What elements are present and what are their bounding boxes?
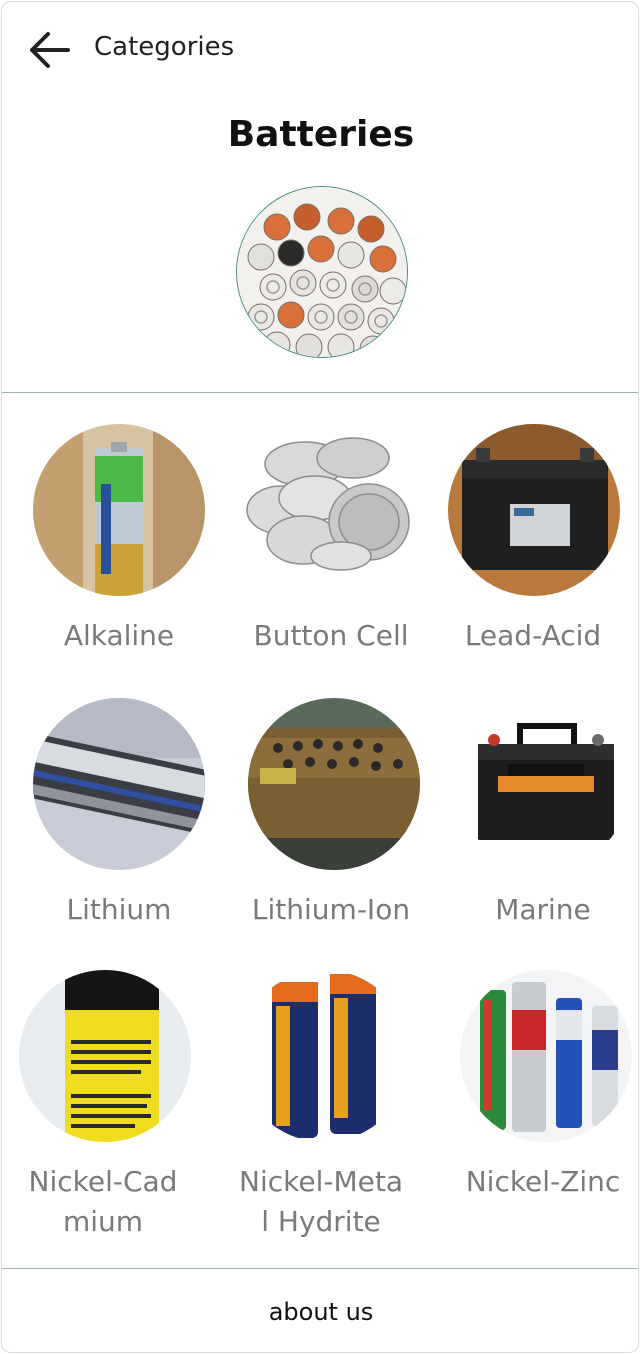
- nickel-cadmium-battery-icon: [19, 970, 191, 1142]
- category-label: Nickel-Zinc: [465, 1165, 621, 1198]
- lithium-battery-icon: [33, 698, 205, 870]
- app-frame: Categories Batteries Alkaline Button Cel…: [1, 1, 639, 1353]
- top-bar: Categories: [2, 2, 638, 98]
- button-cell-icon: [245, 424, 417, 596]
- category-label: Alkaline: [63, 619, 175, 652]
- category-label: Nickel-Cad mium: [28, 1165, 178, 1238]
- lead-acid-battery-icon: [448, 424, 620, 596]
- category-label: Marine: [495, 893, 591, 926]
- category-label: Button Cell: [253, 619, 409, 652]
- header-divider: [2, 392, 638, 393]
- footer: about us: [2, 1269, 638, 1352]
- nickel-metal-hydride-battery-icon: [238, 970, 410, 1142]
- nickel-zinc-battery-icon: [460, 970, 632, 1142]
- page-title: Batteries: [227, 114, 415, 155]
- batteries-hero-image: [236, 186, 408, 358]
- back-label[interactable]: Categories: [94, 32, 234, 62]
- marine-battery-icon: [458, 698, 630, 870]
- back-button[interactable]: [26, 28, 72, 72]
- about-us-link[interactable]: about us: [269, 1298, 374, 1326]
- category-label: Lead-Acid: [464, 619, 602, 652]
- alkaline-battery-icon: [33, 424, 205, 596]
- arrow-left-icon: [30, 32, 70, 68]
- lithium-ion-battery-icon: [248, 698, 420, 870]
- category-label: Lithium: [66, 893, 172, 926]
- category-label: Nickel-Meta l Hydrite: [239, 1165, 403, 1238]
- category-label: Lithium-Ion: [251, 893, 411, 926]
- battery-pile-icon: [237, 187, 407, 357]
